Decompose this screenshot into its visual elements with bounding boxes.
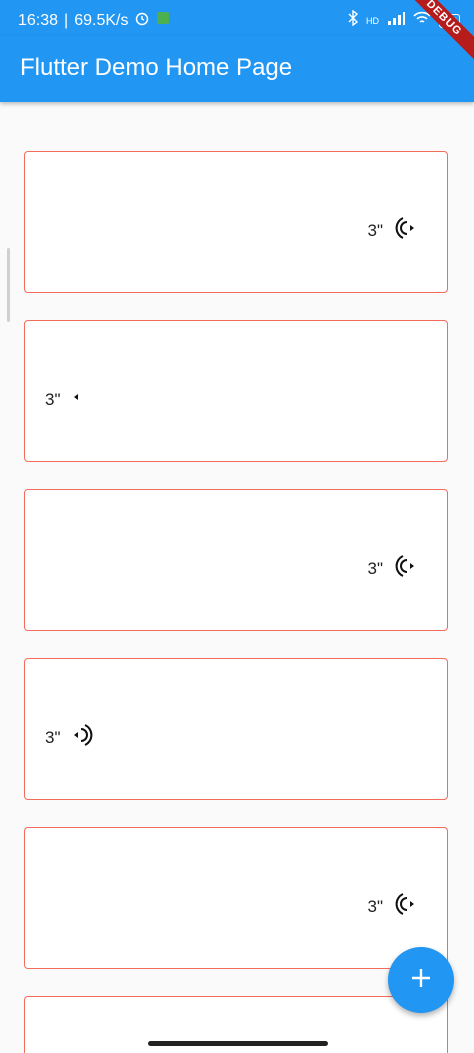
app-bar: Flutter Demo Home Page [0, 36, 474, 102]
voice-message[interactable]: 3" [368, 552, 418, 585]
bluetooth-icon [348, 9, 359, 31]
voice-message[interactable]: 3" [45, 721, 95, 754]
status-time: 16:38 [18, 11, 59, 29]
signal-icon [387, 11, 405, 30]
add-button[interactable] [388, 947, 454, 1013]
voice-duration: 3" [367, 220, 384, 240]
voice-message-card[interactable]: 3" [24, 320, 448, 462]
voice-duration: 3" [367, 558, 384, 578]
voice-message-card[interactable]: 3" [24, 489, 448, 631]
voice-wave-icon [71, 721, 95, 754]
voice-message-card[interactable]: 3" [24, 151, 448, 293]
scroll-indicator[interactable] [7, 248, 10, 322]
voice-wave-icon [393, 552, 417, 585]
app-notification-icon [156, 11, 170, 30]
status-left: 16:38 | 69.5K/s [18, 10, 170, 31]
status-divider: | [64, 11, 69, 29]
voice-duration: 3" [45, 727, 61, 747]
voice-message[interactable]: 3" [368, 890, 418, 923]
voice-wave-icon [393, 214, 417, 247]
status-speed: 69.5K/s [74, 11, 129, 29]
network-label: HD [365, 15, 379, 26]
voice-duration: 3" [45, 389, 61, 409]
voice-duration: 3" [367, 896, 384, 916]
voice-message-card[interactable]: 3" [24, 827, 448, 969]
home-indicator[interactable] [148, 1041, 328, 1046]
voice-wave-icon [393, 890, 417, 923]
status-bar: 16:38 | 69.5K/s HD 100 [0, 0, 474, 36]
page-title: Flutter Demo Home Page [20, 54, 293, 81]
voice-message-card[interactable]: 3" [24, 658, 448, 800]
plus-icon [410, 967, 432, 994]
alarm-icon [134, 10, 150, 31]
voice-message[interactable]: 3" [368, 214, 418, 247]
voice-message[interactable]: 3" [45, 383, 81, 416]
voice-wave-icon [71, 383, 81, 416]
